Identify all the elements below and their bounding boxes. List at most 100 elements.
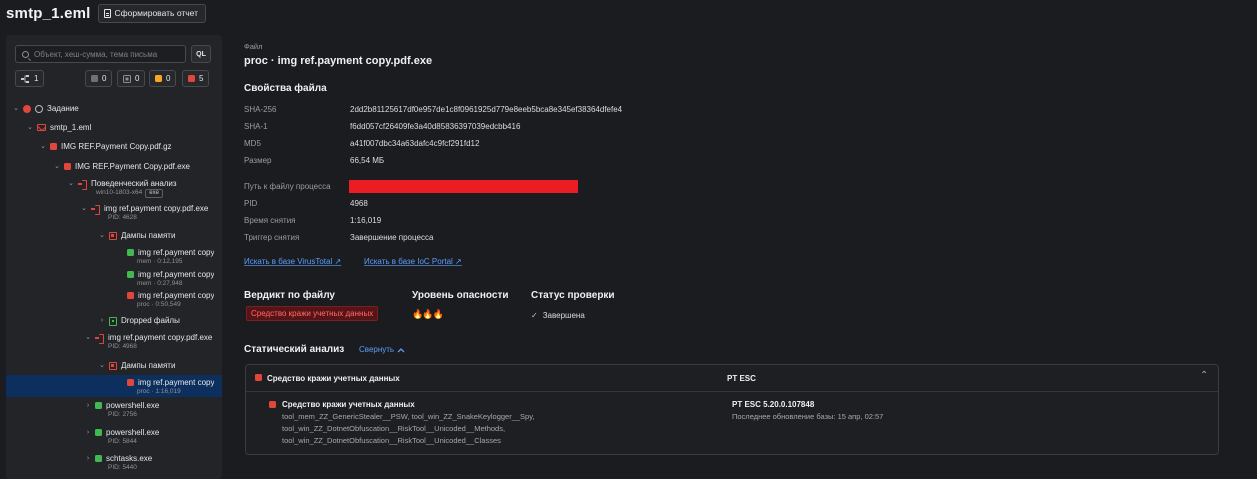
- tree-item-dump-proc-selected[interactable]: img ref.payment copy proc · 1:16,019: [6, 375, 222, 397]
- chevron-down-icon: ⌄: [40, 142, 46, 150]
- tree-item-dump-proc-1[interactable]: img ref.payment copy proc · 0:50,549: [6, 288, 222, 310]
- chevron-right-icon: ›: [86, 428, 90, 436]
- tree-item-schtasks-5440[interactable]: › schtasks.exe PID: 5440: [6, 451, 222, 473]
- prop-key-pid: PID: [244, 199, 258, 208]
- prop-value-sha1[interactable]: f6dd057cf26409fe3a40d85836397039edcbb416: [350, 122, 520, 131]
- dropped-files-icon: [109, 317, 117, 326]
- chevron-up-icon: [397, 347, 405, 352]
- ioc-portal-link[interactable]: Искать в базе IoC Portal ↗: [364, 257, 462, 266]
- red-square-icon: [127, 379, 134, 386]
- orange-square-icon: [155, 75, 162, 82]
- tree-item-eml[interactable]: ⌄ smtp_1.eml: [6, 120, 222, 139]
- generate-report-label: Сформировать отчет: [114, 8, 199, 18]
- tree-item-dump-mem-1[interactable]: img ref.payment copy mem · 0:12,195: [6, 245, 222, 267]
- red-square-icon: [255, 374, 262, 381]
- chevron-down-icon: ⌄: [99, 231, 105, 239]
- tree-item-label: img ref.payment copy.pdf.exe: [104, 204, 209, 213]
- tree-item-label: smtp_1.eml: [50, 123, 92, 132]
- tree-item-sub: proc · 1:16,019: [137, 388, 181, 395]
- prop-key-sha256: SHA-256: [244, 105, 277, 114]
- tree-item-sub: PID: 2756: [108, 411, 137, 418]
- rule-line: tool_win_ZZ_DotnetObfuscation__RiskTool_…: [282, 424, 506, 433]
- chevron-down-icon: ⌄: [27, 123, 33, 131]
- tree-item-powershell-2756[interactable]: › powershell.exe PID: 2756: [6, 398, 222, 420]
- prop-key-capture-time: Время снятия: [244, 216, 296, 225]
- green-square-icon: [95, 455, 102, 462]
- engine-version: PT ESC 5.20.0.107848: [732, 400, 815, 409]
- danger-level-heading: Уровень опасности: [412, 290, 509, 301]
- rule-line: tool_win_ZZ_DotnetObfuscation__RiskTool_…: [282, 436, 501, 445]
- chevron-down-icon: ⌄: [13, 104, 19, 112]
- process-icon: [95, 334, 104, 344]
- check-icon: ✓: [531, 311, 538, 320]
- tree-item-sub: PID: 4628: [108, 214, 137, 221]
- generate-report-button[interactable]: Сформировать отчет: [97, 3, 207, 23]
- prop-key-trigger: Триггер снятия: [244, 233, 300, 242]
- tree-item-label: schtasks.exe: [106, 454, 153, 463]
- exe-tag: exe: [145, 189, 163, 198]
- tree-item-label: Дампы памяти: [121, 361, 176, 370]
- redacted-process-path: [349, 180, 578, 193]
- tree-item-powershell-5844[interactable]: › powershell.exe PID: 5844: [6, 425, 222, 447]
- tree-item-sub: proc · 0:50,549: [137, 301, 181, 308]
- tree-item-gz[interactable]: ⌄ IMG REF.Payment Copy.pdf.gz: [6, 139, 222, 158]
- tree-item-process-4628[interactable]: ⌄ img ref.payment copy.pdf.exe PID: 4628: [6, 201, 222, 223]
- prop-value-md5[interactable]: a41f007dbc34a63dafc4c9fcf291fd12: [350, 139, 479, 148]
- chevron-down-icon: ⌄: [85, 333, 91, 341]
- gray2-filter-chip[interactable]: 0: [117, 70, 146, 87]
- collapse-button[interactable]: Свернуть: [359, 345, 405, 354]
- gray-filter-chip[interactable]: 0: [85, 70, 113, 87]
- envelope-icon: [37, 124, 46, 131]
- check-status-value: Завершена: [542, 311, 585, 320]
- search-input[interactable]: [34, 49, 182, 59]
- tree-item-task[interactable]: ⌄ Задание: [6, 101, 222, 120]
- static-analysis-heading: Статический анализ: [244, 344, 345, 355]
- gray2-count: 0: [135, 74, 140, 83]
- chevron-right-icon: ›: [86, 401, 90, 409]
- rule-line: tool_mem_ZZ_GenericStealer__PSW, tool_wi…: [282, 412, 535, 421]
- flame-icon: 🔥: [422, 309, 433, 319]
- memory-dump-icon: [109, 362, 117, 370]
- chevron-down-icon: ⌄: [54, 162, 60, 170]
- ql-button[interactable]: QL: [191, 45, 211, 63]
- prop-key-size: Размер: [244, 156, 272, 165]
- panel-verdict: Средство кражи учетных данных: [267, 374, 400, 383]
- danger-level-indicator: 🔥🔥🔥: [412, 309, 444, 320]
- graph-icon: [21, 74, 29, 83]
- prop-value-size: 66,54 МБ: [350, 156, 385, 165]
- orange-filter-chip[interactable]: 0: [149, 70, 177, 87]
- panel-engine: PT ESC: [727, 374, 756, 383]
- rule-verdict: Средство кражи учетных данных: [282, 400, 415, 409]
- gray-count: 0: [102, 74, 107, 83]
- page-header: smtp_1.eml Сформировать отчет: [0, 0, 207, 26]
- virustotal-link[interactable]: Искать в базе VirusTotal ↗: [244, 257, 341, 266]
- tree-item-dump-mem-2[interactable]: img ref.payment copy mem · 0:27,948: [6, 267, 222, 289]
- tree-item-label: IMG REF.Payment Copy.pdf.exe: [75, 162, 191, 171]
- red-filter-chip[interactable]: 5: [182, 70, 210, 87]
- tree-item-sub: mem · 0:12,195: [137, 258, 183, 265]
- red-square-icon: [269, 401, 276, 408]
- red-square-icon: [188, 75, 195, 82]
- tree-item-behavior[interactable]: ⌄ Поведенческий анализ win10-1803-x64 exe: [6, 176, 222, 200]
- prop-value-sha256[interactable]: 2dd2b81125617df0e957de1c8f0961925d779e8e…: [350, 105, 622, 114]
- chevron-up-icon[interactable]: ⌃: [1200, 370, 1208, 381]
- file-caption: Файл: [244, 42, 263, 51]
- prop-key-md5: MD5: [244, 139, 261, 148]
- graph-filter-chip[interactable]: 1: [15, 70, 45, 87]
- tree-item-label: img ref.payment copy: [138, 248, 215, 257]
- red-status-dot-icon: [23, 105, 31, 113]
- chevron-right-icon: ›: [100, 316, 104, 324]
- file-gray-icon: [123, 74, 131, 83]
- external-link-icon: ↗: [455, 257, 462, 266]
- chevron-right-icon: ›: [86, 454, 90, 462]
- prop-key-process-path: Путь к файлу процесса: [244, 182, 331, 191]
- file-properties-heading: Свойства файла: [244, 83, 327, 94]
- verdict-heading: Вердикт по файлу: [244, 290, 335, 301]
- tree-item-label: Поведенческий анализ: [91, 179, 177, 188]
- panel-header[interactable]: Средство кражи учетных данных PT ESC ⌃: [246, 365, 1218, 392]
- tree-item-sub: mem · 0:27,948: [137, 280, 183, 287]
- tree-item-process-4968[interactable]: ⌄ img ref.payment copy.pdf.exe PID: 4968: [6, 330, 222, 352]
- search-box[interactable]: [15, 45, 186, 63]
- red-count: 5: [199, 74, 204, 83]
- memory-dump-icon: [109, 232, 117, 240]
